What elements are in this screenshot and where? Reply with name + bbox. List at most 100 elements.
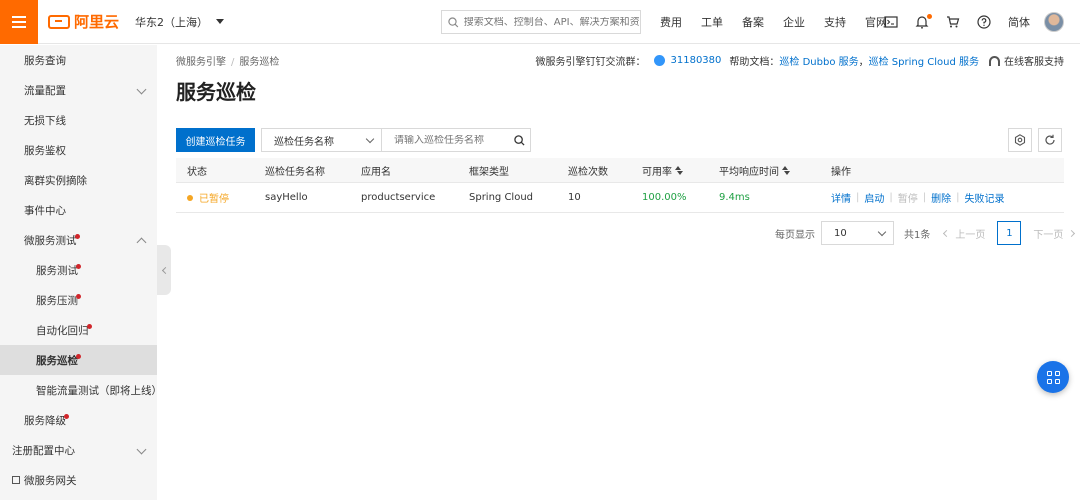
- nav-ticket[interactable]: 工单: [701, 14, 723, 30]
- new-dot: [74, 233, 80, 239]
- global-search[interactable]: [441, 10, 641, 34]
- avg-rt-cell: 9.4ms: [719, 192, 750, 203]
- sidebar-collapse-toggle[interactable]: [157, 245, 171, 295]
- page-number-current[interactable]: 1: [997, 221, 1022, 245]
- nav-enterprise[interactable]: 企业: [783, 14, 805, 30]
- filter-search-input[interactable]: [394, 134, 509, 146]
- prev-page-label: 上一页: [955, 229, 986, 241]
- sidebar-item-load-test[interactable]: 服务压测: [0, 285, 157, 315]
- sidebar-item-outlier-ejection[interactable]: 离群实例摘除: [0, 165, 157, 195]
- per-page-label: 每页显示: [775, 229, 815, 241]
- breadcrumb-current: 服务巡检: [239, 57, 280, 68]
- top-nav: 费用 工单 备案 企业 支持 官网: [660, 0, 906, 44]
- nav-billing[interactable]: 费用: [660, 14, 682, 30]
- chevron-left-icon: [161, 266, 169, 274]
- next-page-button[interactable]: 下一页: [1033, 226, 1076, 241]
- sidebar-item-label: 微服务测试: [24, 234, 77, 247]
- new-dot: [76, 263, 81, 269]
- column-count: 巡检次数: [568, 166, 608, 178]
- page-title: 服务巡检: [176, 80, 256, 104]
- avatar[interactable]: [1044, 12, 1064, 32]
- page-size-select[interactable]: 10: [821, 221, 894, 245]
- sidebar-item-service-auth[interactable]: 服务鉴权: [0, 135, 157, 165]
- failure-records-link[interactable]: 失败记录: [965, 190, 1005, 205]
- gear-icon: [1014, 134, 1026, 146]
- doc-link-dubbo[interactable]: 巡检 Dubbo 服务: [779, 53, 858, 68]
- nav-icp[interactable]: 备案: [742, 14, 764, 30]
- dingtalk-group-id[interactable]: 31180380: [671, 55, 722, 66]
- create-inspection-task-button[interactable]: 创建巡检任务: [176, 128, 255, 152]
- sidebar-item-label: 服务测试: [36, 264, 78, 277]
- aliyun-logo[interactable]: 阿里云: [48, 11, 119, 32]
- sidebar-item-label: 服务巡检: [36, 354, 78, 367]
- column-framework: 框架类型: [469, 166, 509, 178]
- logo-text: 阿里云: [74, 13, 120, 31]
- global-search-input[interactable]: [463, 16, 640, 28]
- filter-field-label: 巡检任务名称: [274, 136, 334, 148]
- prev-page-button[interactable]: 上一页: [943, 226, 986, 241]
- delete-link[interactable]: 删除: [931, 190, 951, 205]
- sidebar-item-label: 智能流量测试（即将上线）: [36, 384, 162, 397]
- settings-button[interactable]: [1008, 128, 1032, 152]
- new-dot: [76, 353, 81, 359]
- column-availability[interactable]: 可用率: [642, 158, 683, 182]
- action-separator: |: [956, 192, 960, 203]
- sidebar-item-registry-config[interactable]: 注册配置中心: [0, 435, 157, 465]
- new-dot: [86, 323, 92, 329]
- next-page-label: 下一页: [1033, 229, 1064, 241]
- doc-separator: ，: [858, 57, 869, 68]
- toolbar: 创建巡检任务 巡检任务名称: [176, 128, 1064, 152]
- sidebar: 服务查询 流量配置 无损下线 服务鉴权 离群实例摘除 事件中心 微服务测试 服务…: [0, 45, 162, 500]
- floating-apps-button[interactable]: [1037, 361, 1069, 393]
- column-availability-label: 可用率: [642, 166, 672, 178]
- status-badge: 已暂停: [187, 183, 229, 212]
- sidebar-item-traffic-config[interactable]: 流量配置: [0, 75, 157, 105]
- chevron-down-icon: [136, 444, 147, 455]
- chevron-down-icon: [877, 227, 887, 237]
- online-support-link[interactable]: 在线客服支持: [1004, 53, 1064, 68]
- sidebar-item-label: 流量配置: [24, 84, 66, 97]
- actions-cell: 详情 | 启动 | 暂停 | 删除 | 失败记录: [831, 183, 1005, 212]
- sidebar-item-service-degrade[interactable]: 服务降级: [0, 405, 157, 435]
- count-cell: 10: [568, 192, 581, 203]
- detail-link[interactable]: 详情: [831, 190, 851, 205]
- chevron-down-icon: [136, 84, 147, 95]
- sidebar-item-graceful-offline[interactable]: 无损下线: [0, 105, 157, 135]
- notification-dot: [927, 14, 932, 19]
- help-icon[interactable]: [977, 15, 991, 29]
- breadcrumb-mse[interactable]: 微服务引擎: [176, 57, 226, 68]
- top-bar: 阿里云 华东2（上海） 费用 工单 备案 企业 支持 官网: [0, 0, 1080, 44]
- language-switch[interactable]: 简体: [1008, 14, 1030, 30]
- sidebar-item-label: 服务降级: [24, 414, 66, 427]
- column-avg-rt-label: 平均响应时间: [719, 166, 779, 178]
- menu-icon[interactable]: [0, 0, 38, 44]
- start-link[interactable]: 启动: [864, 190, 884, 205]
- help-links: 微服务引擎钉钉交流群： 31180380 帮助文档： 巡检 Dubbo 服务 ，…: [536, 53, 1064, 68]
- terminal-icon[interactable]: [884, 15, 898, 29]
- sidebar-item-label: 自动化回归: [36, 324, 89, 337]
- sidebar-item-label: 事件中心: [24, 204, 66, 217]
- doc-link-spring-cloud[interactable]: 巡检 Spring Cloud 服务: [869, 53, 979, 68]
- action-separator: |: [856, 192, 860, 203]
- cart-icon[interactable]: [946, 15, 960, 29]
- search-icon[interactable]: [514, 135, 525, 146]
- caret-down-icon: [216, 19, 225, 24]
- sidebar-item-microservice-gateway[interactable]: 微服务网关: [0, 465, 157, 495]
- sidebar-item-event-center[interactable]: 事件中心: [0, 195, 157, 225]
- filter-search-box[interactable]: [381, 128, 531, 152]
- filter-field-select[interactable]: 巡检任务名称: [261, 128, 382, 152]
- table-row: 已暂停 sayHello productservice Spring Cloud…: [176, 183, 1064, 213]
- sidebar-item-label: 服务压测: [36, 294, 78, 307]
- bell-icon[interactable]: [915, 14, 932, 29]
- column-avg-rt[interactable]: 平均响应时间: [719, 158, 790, 182]
- sidebar-item-smart-traffic-test[interactable]: 智能流量测试（即将上线）: [0, 375, 162, 405]
- headset-icon: [989, 55, 1000, 66]
- sidebar-item-auto-regression[interactable]: 自动化回归: [0, 315, 157, 345]
- sidebar-item-service-inspection[interactable]: 服务巡检: [0, 345, 157, 375]
- sidebar-item-service-query[interactable]: 服务查询: [0, 45, 157, 75]
- sidebar-item-service-test[interactable]: 服务测试: [0, 255, 157, 285]
- region-selector[interactable]: 华东2（上海）: [135, 14, 225, 30]
- sidebar-item-microservice-testing[interactable]: 微服务测试: [0, 225, 157, 255]
- refresh-button[interactable]: [1038, 128, 1062, 152]
- nav-support[interactable]: 支持: [824, 14, 846, 30]
